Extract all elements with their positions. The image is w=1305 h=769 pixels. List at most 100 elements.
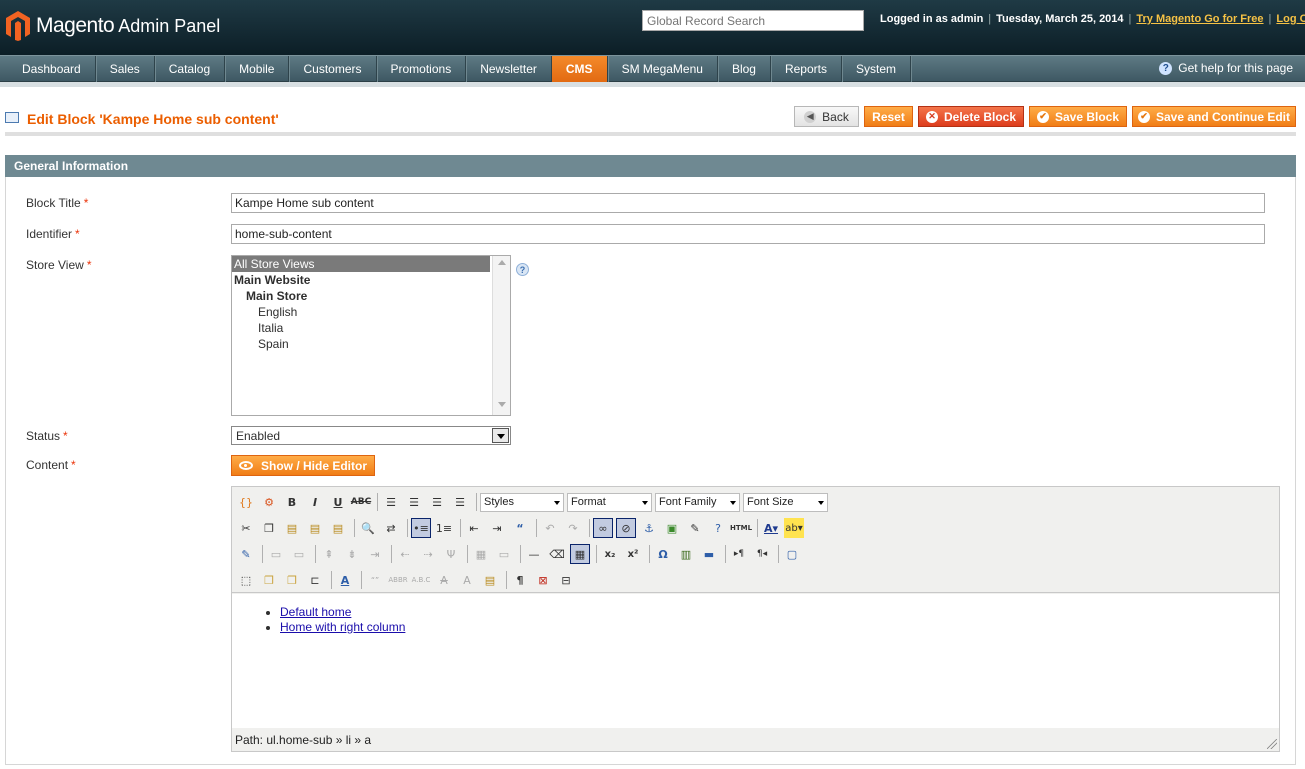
acronym-icon[interactable]: A.B.C (411, 570, 431, 590)
find-icon[interactable]: 🔍 (358, 518, 378, 538)
undo-icon[interactable]: ↶ (540, 518, 560, 538)
ins-icon[interactable]: A (457, 570, 477, 590)
global-search-input[interactable] (642, 10, 864, 31)
nav-item-dashboard[interactable]: Dashboard (0, 56, 96, 82)
editor-content-area[interactable]: Default home Home with right column (232, 594, 1279, 728)
unlink-icon[interactable]: ⊘ (616, 518, 636, 538)
row-before-icon[interactable]: ⇞ (319, 544, 339, 564)
font-family-select[interactable]: Font Family (655, 492, 740, 512)
bold-icon[interactable]: B (282, 492, 302, 512)
blockquote-icon[interactable]: “ (510, 518, 530, 538)
pagebreak-icon[interactable]: ⊟ (556, 570, 576, 590)
cut-icon[interactable]: ✂ (236, 518, 256, 538)
save-continue-button[interactable]: ✔ Save and Continue Edit (1132, 106, 1296, 127)
split-cells-icon[interactable]: ▦ (471, 544, 491, 564)
move-backward-icon[interactable]: ❐ (282, 570, 302, 590)
store-option-website[interactable]: Main Website (232, 272, 510, 288)
font-size-select[interactable]: Font Size (743, 492, 828, 512)
block-title-input[interactable] (231, 193, 1265, 213)
superscript-icon[interactable]: x² (623, 544, 643, 564)
html-source-icon[interactable]: HTML (730, 518, 752, 538)
styleprops-icon[interactable]: A (335, 570, 355, 590)
col-before-icon[interactable]: ⇠ (395, 544, 415, 564)
try-magento-link[interactable]: Try Magento Go for Free (1136, 13, 1263, 25)
nav-item-sales[interactable]: Sales (96, 56, 155, 82)
background-color-icon[interactable]: ab▾ (784, 518, 804, 538)
remove-format-icon[interactable]: ⌫ (547, 544, 567, 564)
back-button[interactable]: ◀ Back (794, 106, 859, 127)
numbered-list-icon[interactable]: 1≡ (434, 518, 454, 538)
outdent-icon[interactable]: ⇤ (464, 518, 484, 538)
help-icon[interactable]: ? (708, 518, 728, 538)
store-view-help-icon[interactable]: ? (516, 263, 529, 276)
align-center-icon[interactable]: ☰ (404, 492, 424, 512)
paste-icon[interactable]: ▤ (282, 518, 302, 538)
nav-item-mobile[interactable]: Mobile (225, 56, 290, 82)
help-link[interactable]: ? Get help for this page (1159, 61, 1293, 75)
store-view-multiselect[interactable]: All Store Views Main Website Main Store … (231, 255, 511, 416)
bullet-list-icon[interactable]: •≡ (411, 518, 431, 538)
special-char-icon[interactable]: Ω (653, 544, 673, 564)
fullscreen-icon[interactable]: ▢ (782, 544, 802, 564)
show-hide-editor-button[interactable]: Show / Hide Editor (231, 455, 375, 476)
subscript-icon[interactable]: x₂ (600, 544, 620, 564)
merge-cells-icon[interactable]: ▭ (494, 544, 514, 564)
row-props-icon[interactable]: ▭ (266, 544, 286, 564)
table-icon[interactable]: ▦ (570, 544, 590, 564)
absolute-icon[interactable]: ⬚ (236, 570, 256, 590)
edit-icon[interactable]: ✎ (236, 544, 256, 564)
delete-block-button[interactable]: ✕ Delete Block (918, 106, 1024, 127)
replace-icon[interactable]: ⇄ (381, 518, 401, 538)
nav-item-reports[interactable]: Reports (771, 56, 842, 82)
cleanup-icon[interactable]: ✎ (685, 518, 705, 538)
move-forward-icon[interactable]: ❐ (259, 570, 279, 590)
store-option-all[interactable]: All Store Views (232, 256, 490, 272)
store-option-italia[interactable]: Italia (232, 320, 510, 336)
store-option-store[interactable]: Main Store (232, 288, 510, 304)
align-right-icon[interactable]: ☰ (427, 492, 447, 512)
save-block-button[interactable]: ✔ Save Block (1029, 106, 1127, 127)
nonbreaking-icon[interactable]: ⊠ (533, 570, 553, 590)
reset-button[interactable]: Reset (864, 106, 913, 127)
image-icon[interactable]: ▣ (662, 518, 682, 538)
full-page-icon[interactable]: ▬ (699, 544, 719, 564)
align-left-icon[interactable]: ☰ (381, 492, 401, 512)
resize-grip-icon[interactable] (1267, 739, 1277, 749)
row-after-icon[interactable]: ⇟ (342, 544, 362, 564)
anchor-icon[interactable]: ⚓ (639, 518, 659, 538)
align-justify-icon[interactable]: ☰ (450, 492, 470, 512)
cell-props-icon[interactable]: ▭ (289, 544, 309, 564)
abbr-icon[interactable]: ABBR (388, 570, 408, 590)
copy-icon[interactable]: ❐ (259, 518, 279, 538)
text-color-icon[interactable]: A▾ (761, 518, 781, 538)
store-option-english[interactable]: English (232, 304, 510, 320)
italic-icon[interactable]: I (305, 492, 325, 512)
format-select[interactable]: Format (567, 492, 652, 512)
nav-item-blog[interactable]: Blog (718, 56, 771, 82)
logout-link[interactable]: Log Out (1276, 13, 1305, 25)
rtl-icon[interactable]: ¶◂ (752, 544, 772, 564)
dropdown-arrow-icon[interactable] (492, 428, 509, 443)
visual-chars-icon[interactable]: ¶ (510, 570, 530, 590)
paste-word-icon[interactable]: ▤ (328, 518, 348, 538)
delete-row-icon[interactable]: ⇥ (365, 544, 385, 564)
strikethrough-icon[interactable]: ABC (351, 492, 371, 512)
underline-icon[interactable]: U (328, 492, 348, 512)
cite-icon[interactable]: “” (365, 570, 385, 590)
store-option-spain[interactable]: Spain (232, 336, 510, 352)
default-home-link[interactable]: Default home (280, 605, 351, 619)
del-icon[interactable]: A (434, 570, 454, 590)
nav-item-customers[interactable]: Customers (289, 56, 377, 82)
ltr-icon[interactable]: ▸¶ (729, 544, 749, 564)
nav-item-catalog[interactable]: Catalog (155, 56, 226, 82)
delete-col-icon[interactable]: Ψ (441, 544, 461, 564)
identifier-input[interactable] (231, 224, 1265, 244)
horizontal-rule-icon[interactable]: — (524, 544, 544, 564)
nav-item-newsletter[interactable]: Newsletter (466, 56, 552, 82)
insert-variable-icon[interactable]: {} (236, 492, 256, 512)
status-select[interactable]: Enabled (231, 426, 511, 445)
attributes-icon[interactable]: ▤ (480, 570, 500, 590)
nav-item-cms[interactable]: CMS (551, 56, 608, 82)
scroll-up-icon[interactable] (498, 260, 506, 265)
indent-icon[interactable]: ⇥ (487, 518, 507, 538)
